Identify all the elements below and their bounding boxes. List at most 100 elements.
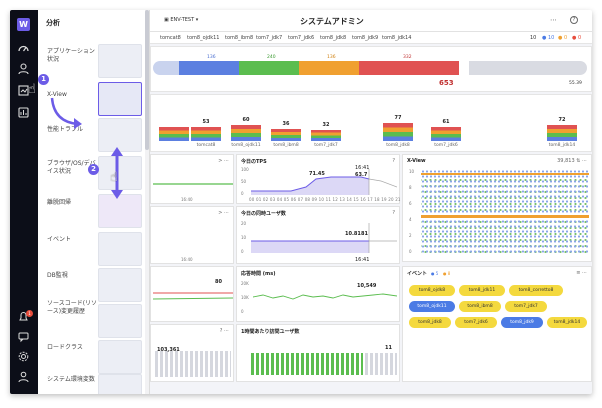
bar[interactable] (231, 125, 261, 141)
card-title: X-View (407, 158, 426, 164)
agent-tag[interactable]: tom8_ojdk11 (187, 35, 219, 41)
chat-icon[interactable] (17, 330, 30, 343)
menu-item-db[interactable]: DB監視 (47, 272, 99, 280)
app-logo[interactable]: W (17, 18, 30, 31)
event-pill[interactable]: tom8_ojdk11 (409, 301, 455, 312)
step-2-badge: 2 (88, 164, 99, 175)
users-time: 16:41 (355, 257, 370, 263)
bar-chart (155, 351, 231, 377)
account-icon[interactable] (17, 370, 30, 383)
agent-tag[interactable]: tom7_jdk6 (288, 35, 314, 41)
help-icon[interactable]: ? ⋯ (220, 328, 229, 334)
menu-item-source-history[interactable]: ソースコード(リソース)変更履歴 (47, 300, 99, 316)
panel-scrollbar[interactable] (145, 10, 149, 394)
event-pill[interactable]: tom8_corretto8 (509, 285, 563, 296)
event-pill[interactable]: tom8_ojdk8 (409, 285, 455, 296)
agent-tag[interactable]: tom8_jdk14 (382, 35, 411, 41)
count-critical: 0 (577, 35, 582, 41)
agent-tag[interactable]: tom8_ibm8 (225, 35, 253, 41)
flow-value: 332 (403, 55, 412, 60)
left-mid-value: 80 (215, 279, 222, 285)
bar-value: 36 (282, 121, 290, 127)
list-icon[interactable]: ≡ ⋯ (576, 270, 587, 276)
dashboard-icon[interactable] (17, 42, 30, 55)
menu-item-load-class[interactable]: ロードクラス (47, 344, 99, 352)
scatter-band (421, 173, 589, 175)
y-tick: 10 (409, 169, 415, 174)
y-tick: 50 (241, 179, 247, 184)
bar[interactable] (547, 125, 577, 141)
project-selector[interactable]: ▣ ENV-TEST ▾ (164, 17, 198, 23)
more-icon[interactable]: ⋯ (550, 16, 557, 24)
card-events: イベント ● 5 ● 8 ≡ ⋯ tom8_ojdk8 tom8_jdk11 t… (402, 266, 592, 382)
flow-value: 240 (267, 55, 276, 60)
hourly-bars (251, 353, 363, 375)
tps-current: 63.7 (355, 172, 368, 178)
bar-value: 72 (558, 117, 566, 123)
bar-label: tom7_jdk6 (434, 143, 458, 148)
flow-segment (153, 61, 179, 75)
users-line-chart (251, 223, 397, 253)
y-tick: 20K (241, 281, 249, 286)
flow-value: 136 (327, 55, 336, 60)
event-pill[interactable]: tom8_jdk11 (459, 285, 505, 296)
report-icon[interactable] (17, 106, 30, 119)
bar[interactable] (311, 130, 341, 141)
bar[interactable] (431, 127, 461, 141)
expand-icon[interactable]: > ⋯ (218, 158, 229, 164)
help-icon[interactable]: ? (392, 210, 395, 216)
menu-item-churn[interactable]: 離脱回帰 (47, 199, 99, 207)
agent-tag[interactable]: tom8_jdk9 (352, 35, 378, 41)
project-name: ENV-TEST (170, 17, 195, 23)
event-pill[interactable]: tom8_jdk9 (501, 317, 543, 328)
settings-gear-icon[interactable] (17, 350, 30, 363)
help-icon[interactable]: ? (570, 16, 578, 24)
top-bar: ▣ ENV-TEST ▾ システムアドミン ⋯ ? (150, 10, 592, 32)
event-pill[interactable]: tom8_ibm8 (459, 301, 501, 312)
agent-tps-bars: 53 tomcat8 60 tom8_ojdk11 36 tom8_ibm8 3… (150, 94, 592, 152)
bar[interactable] (271, 129, 301, 141)
bar-value: 61 (442, 119, 450, 125)
user-icon[interactable] (17, 62, 30, 75)
thumb-xview[interactable] (98, 82, 142, 116)
help-icon[interactable]: ? (392, 158, 395, 164)
menu-item-event[interactable]: イベント (47, 236, 99, 244)
thumb-db[interactable] (98, 268, 142, 302)
agent-count-warning: ● 0 (558, 35, 568, 41)
agent-tag[interactable]: tom8_jdk8 (320, 35, 346, 41)
event-pill[interactable]: tom7_jdk7 (505, 301, 547, 312)
expand-icon[interactable]: > ⋯ (218, 210, 229, 216)
bar[interactable] (191, 127, 221, 141)
step-1-badge: 1 (38, 74, 49, 85)
thumb-load-class[interactable] (98, 340, 142, 374)
bar-label: tom8_ojdk11 (231, 143, 261, 148)
event-pill[interactable]: tom8_jdk8 (409, 317, 451, 328)
y-tick: 0 (241, 309, 244, 314)
bar-value: 32 (322, 122, 330, 128)
thumb-sys-env[interactable] (98, 374, 142, 394)
card-response-time: 応答時間 (ms) 10,549 20K 10K 0 (236, 266, 400, 322)
event-count-1: ● 5 (431, 271, 439, 276)
menu-item-sys-env[interactable]: システム環境変数 (47, 376, 99, 384)
thumb-source-history[interactable] (98, 304, 142, 338)
bar-label: tom8_jdk14 (548, 143, 576, 148)
thumb-event[interactable] (98, 232, 142, 266)
curved-arrow-icon (50, 97, 82, 129)
y-tick: 10K (241, 295, 249, 300)
xview-count: 39,813 ⇅ ⋯ (557, 158, 587, 164)
event-pill[interactable]: tom7_jdk6 (455, 317, 497, 328)
thumb-app-status[interactable] (98, 44, 142, 78)
hand-scroll-icon: ☝ (110, 170, 118, 185)
event-pill[interactable]: tom8_jdk14 (547, 317, 587, 328)
xview-scatter[interactable] (421, 169, 589, 253)
agent-tag[interactable]: tomcat8 (160, 35, 181, 41)
agent-tag[interactable]: tom7_jdk7 (256, 35, 282, 41)
bar[interactable] (159, 127, 189, 141)
bar[interactable] (383, 123, 413, 141)
flow-value: 136 (207, 55, 216, 60)
tps-peak: 71.45 (309, 171, 325, 177)
hourly-bars-future (365, 353, 397, 375)
bar-label: tom8_ibm8 (273, 143, 299, 148)
card-xview: X-View 39,813 ⇅ ⋯ 10 8 6 4 2 0 (402, 154, 592, 262)
menu-item-app-status[interactable]: アプリケーション状況 (47, 48, 99, 64)
